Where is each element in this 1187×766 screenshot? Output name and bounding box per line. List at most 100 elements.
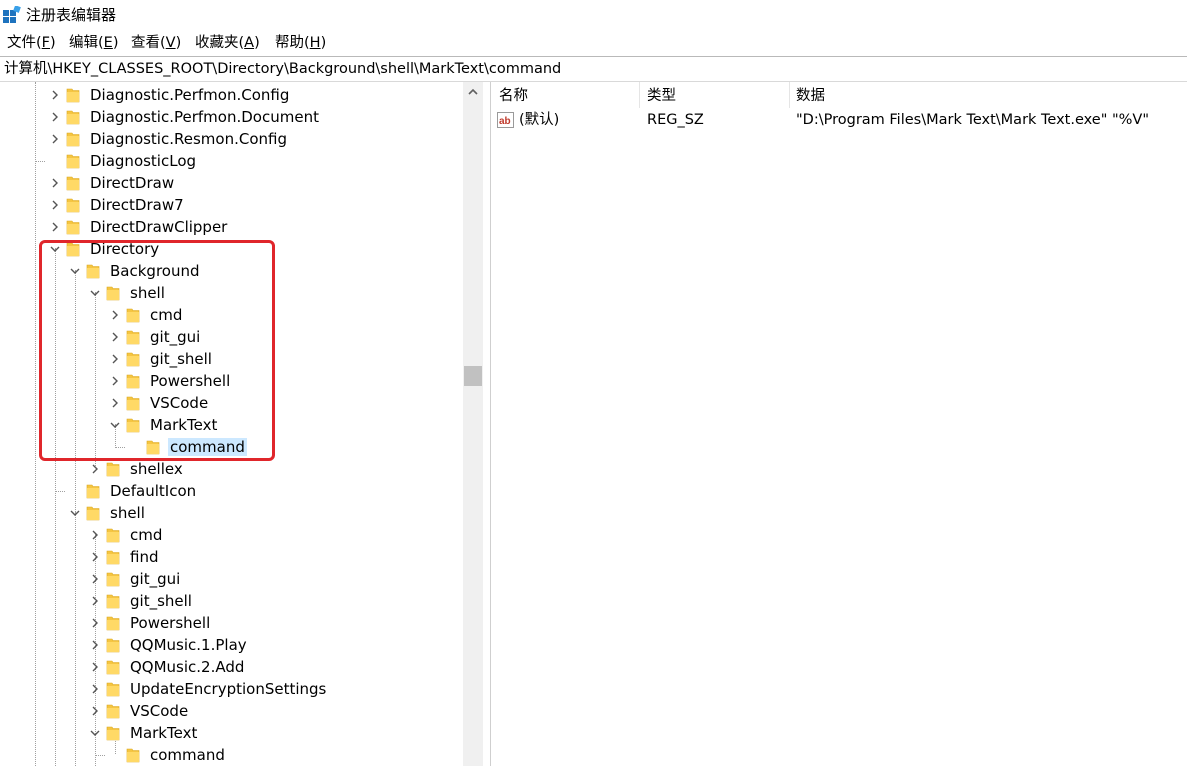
tree-node[interactable]: MarkText [0,722,463,744]
tree-node-label[interactable]: DirectDrawClipper [88,218,229,236]
chevron-right-icon[interactable] [90,574,100,584]
chevron-right-icon[interactable] [50,222,60,232]
chevron-right-icon[interactable] [90,662,100,672]
chevron-right-icon[interactable] [90,552,100,562]
tree-node-label[interactable]: command [148,746,227,764]
tree-node-label[interactable]: Directory [88,240,161,258]
chevron-right-icon[interactable] [110,376,120,386]
tree-node-label[interactable]: VSCode [148,394,210,412]
chevron-right-icon[interactable] [90,706,100,716]
menu-help[interactable]: 帮助(H) [275,34,326,52]
chevron-down-icon[interactable] [70,508,80,518]
tree-node[interactable]: Powershell [0,612,463,634]
tree-node-label[interactable]: cmd [148,306,184,324]
tree-node[interactable]: Diagnostic.Perfmon.Document [0,106,463,128]
tree-node-label[interactable]: shell [108,504,147,522]
column-separator[interactable] [639,82,640,108]
tree-node[interactable]: git_gui [0,326,463,348]
chevron-down-icon[interactable] [90,288,100,298]
tree-node-label[interactable]: UpdateEncryptionSettings [128,680,328,698]
tree-node[interactable]: Powershell [0,370,463,392]
chevron-down-icon[interactable] [70,266,80,276]
tree-node[interactable]: Diagnostic.Perfmon.Config [0,84,463,106]
tree-node-label[interactable]: DefaultIcon [108,482,198,500]
chevron-right-icon[interactable] [90,640,100,650]
tree-node-label[interactable]: QQMusic.2.Add [128,658,246,676]
tree-node[interactable]: shellex [0,458,463,480]
tree-node-label[interactable]: Powershell [148,372,232,390]
chevron-down-icon[interactable] [110,420,120,430]
menu-view[interactable]: 查看(V) [131,34,181,52]
tree-scrollbar[interactable] [463,82,483,766]
tree-node-label[interactable]: git_shell [148,350,214,368]
tree-node-label[interactable]: Diagnostic.Resmon.Config [88,130,289,148]
menu-edit[interactable]: 编辑(E) [69,34,119,52]
scroll-up-arrow-icon[interactable] [467,86,479,98]
tree-node-label[interactable]: cmd [128,526,164,544]
tree-node-label[interactable]: git_shell [128,592,194,610]
tree-node-label[interactable]: find [128,548,160,566]
tree-node[interactable]: DirectDraw [0,172,463,194]
tree-node[interactable]: cmd [0,304,463,326]
tree-node[interactable]: DirectDrawClipper [0,216,463,238]
values-pane[interactable]: 名称 类型 数据 ab (默认) REG_SZ "D:\Program File… [491,82,1187,766]
tree-node[interactable]: find [0,546,463,568]
tree-node-label[interactable]: git_gui [128,570,182,588]
tree-node[interactable]: git_gui [0,568,463,590]
registry-tree[interactable]: Diagnostic.Perfmon.Config Diagnostic.Perf… [0,82,463,766]
tree-node[interactable]: git_shell [0,590,463,612]
tree-node[interactable]: MarkText [0,414,463,436]
tree-node-label[interactable]: Powershell [128,614,212,632]
tree-node-label[interactable]: VSCode [128,702,190,720]
tree-node-label[interactable]: shell [128,284,167,302]
tree-node[interactable]: command [0,744,463,766]
tree-node[interactable]: command [0,436,463,458]
value-row[interactable]: ab (默认) REG_SZ "D:\Program Files\Mark Te… [491,109,1187,131]
tree-node[interactable]: cmd [0,524,463,546]
tree-node-label[interactable]: MarkText [148,416,219,434]
menu-file[interactable]: 文件(F) [7,34,56,52]
column-separator[interactable] [789,82,790,108]
chevron-right-icon[interactable] [50,134,60,144]
tree-node[interactable]: Background [0,260,463,282]
tree-node[interactable]: QQMusic.2.Add [0,656,463,678]
tree-node-label[interactable]: DiagnosticLog [88,152,198,170]
chevron-right-icon[interactable] [50,200,60,210]
chevron-right-icon[interactable] [90,684,100,694]
chevron-right-icon[interactable] [90,530,100,540]
chevron-right-icon[interactable] [90,596,100,606]
column-header-name[interactable]: 名称 [499,86,528,108]
chevron-down-icon[interactable] [90,728,100,738]
chevron-right-icon[interactable] [110,310,120,320]
tree-node-label[interactable]: DirectDraw7 [88,196,186,214]
tree-node[interactable]: VSCode [0,392,463,414]
tree-node[interactable]: git_shell [0,348,463,370]
tree-node[interactable]: VSCode [0,700,463,722]
chevron-right-icon[interactable] [110,398,120,408]
chevron-right-icon[interactable] [90,464,100,474]
tree-node-label[interactable]: git_gui [148,328,202,346]
tree-node[interactable]: QQMusic.1.Play [0,634,463,656]
address-path[interactable]: 计算机\HKEY_CLASSES_ROOT\Directory\Backgrou… [4,60,561,78]
tree-node-label[interactable]: DirectDraw [88,174,176,192]
scroll-thumb[interactable] [464,366,482,386]
address-bar[interactable]: 计算机\HKEY_CLASSES_ROOT\Directory\Backgrou… [0,56,1187,82]
tree-node-label[interactable]: Background [108,262,202,280]
tree-node[interactable]: DefaultIcon [0,480,463,502]
tree-node-label[interactable]: Diagnostic.Perfmon.Document [88,108,321,126]
tree-node-label[interactable]: QQMusic.1.Play [128,636,249,654]
tree-node-label[interactable]: MarkText [128,724,199,742]
column-header-type[interactable]: 类型 [647,86,676,108]
chevron-right-icon[interactable] [90,618,100,628]
tree-node[interactable]: Directory [0,238,463,260]
tree-node[interactable]: shell [0,502,463,524]
tree-node[interactable]: UpdateEncryptionSettings [0,678,463,700]
chevron-right-icon[interactable] [110,354,120,364]
tree-node[interactable]: shell [0,282,463,304]
tree-node-label[interactable]: shellex [128,460,185,478]
tree-node-label[interactable]: Diagnostic.Perfmon.Config [88,86,291,104]
chevron-right-icon[interactable] [50,178,60,188]
chevron-right-icon[interactable] [110,332,120,342]
tree-node-label[interactable]: command [168,438,247,456]
chevron-down-icon[interactable] [50,244,60,254]
